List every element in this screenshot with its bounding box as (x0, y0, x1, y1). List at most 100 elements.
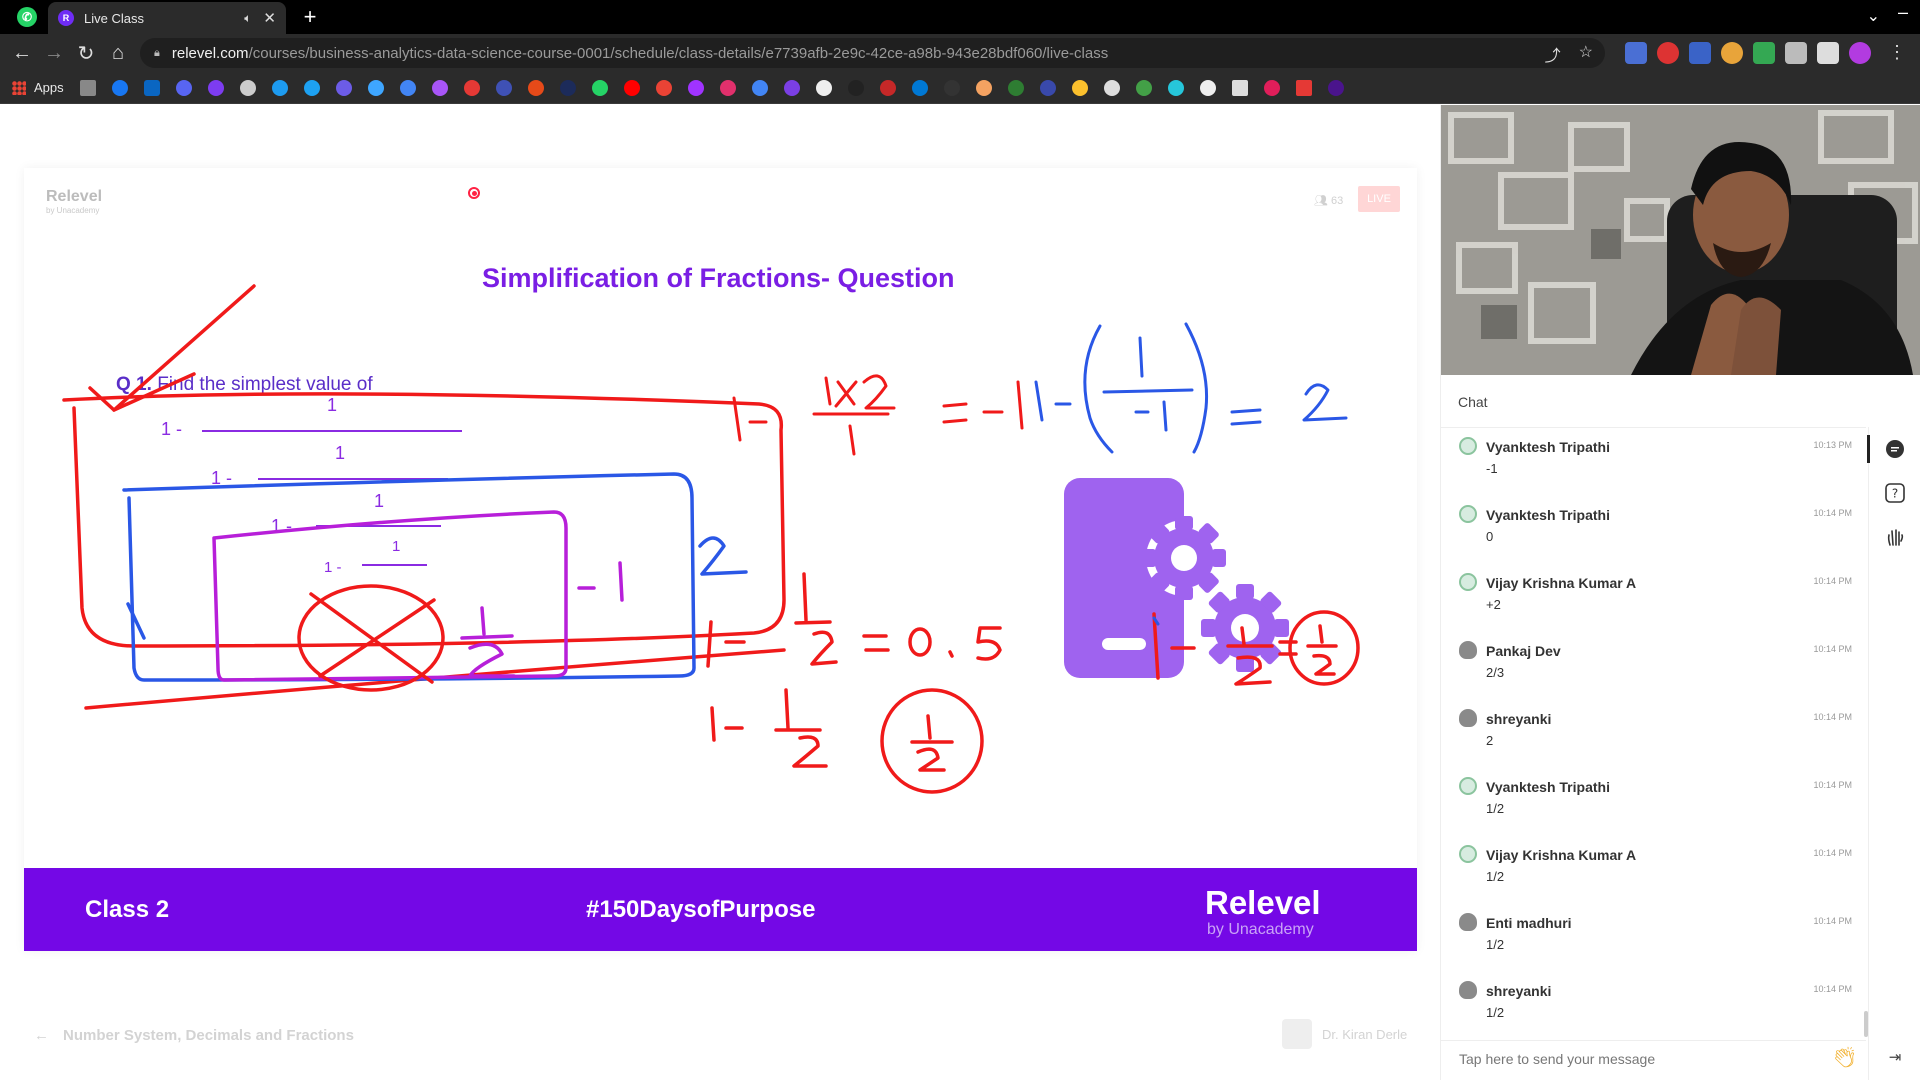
bookmark-icon[interactable] (1231, 79, 1248, 96)
chat-sender: Vijay Krishna Kumar A (1486, 575, 1637, 591)
browser-tab-bar: ✆ R Live Class 🔈︎ ✕ + ⌄ – (0, 0, 1920, 34)
chat-input[interactable] (1459, 1051, 1819, 1067)
chevron-down-icon[interactable]: ⌄ (1867, 6, 1880, 26)
profile-avatar[interactable] (1849, 42, 1871, 64)
chat-time: 10:14 PM (1813, 984, 1852, 994)
more-menu-icon[interactable]: ⋮ (1888, 42, 1906, 63)
extension-icon[interactable] (1689, 42, 1711, 64)
bookmark-icon[interactable] (1135, 79, 1152, 96)
youtube-icon[interactable] (623, 79, 640, 96)
bookmark-icon[interactable] (1295, 79, 1312, 96)
footer-brand: Relevel (1205, 884, 1321, 921)
chat-sender: shreyanki (1486, 983, 1552, 999)
lock-icon: 🔒︎ (154, 46, 160, 59)
footer-brand-sub: by Unacademy (1207, 921, 1314, 938)
bookmark-icon[interactable] (207, 79, 224, 96)
bookmark-icon[interactable] (1167, 79, 1184, 96)
bookmark-icon[interactable] (271, 79, 288, 96)
tab-title: Live Class (84, 10, 144, 26)
star-icon[interactable]: ☆ (1579, 42, 1593, 66)
record-icon (468, 187, 480, 199)
share-icon[interactable]: ⤴ (1545, 42, 1561, 66)
sidebar-icon[interactable] (1817, 42, 1839, 64)
linkedin-icon[interactable] (143, 79, 160, 96)
new-tab-button[interactable]: + (298, 4, 322, 30)
slack-icon[interactable] (1263, 79, 1280, 96)
bookmark-icon[interactable] (783, 79, 800, 96)
bookmark-icon[interactable] (1071, 79, 1088, 96)
chat-message: Vijay Krishna Kumar A 1/2 10:14 PM (1441, 837, 1866, 905)
side-rail: ? ⇥ (1867, 427, 1920, 1080)
extension-icon[interactable] (1753, 42, 1775, 64)
bookmark-icon[interactable] (559, 79, 576, 96)
minimize-icon[interactable]: – (1898, 2, 1908, 23)
bookmark-icon[interactable] (879, 79, 896, 96)
bookmark-icon[interactable] (847, 79, 864, 96)
bookmark-icon[interactable] (527, 79, 544, 96)
footer-class-label: Class 2 (85, 896, 170, 923)
fraction-numerator: 1 (327, 395, 338, 415)
bookmark-icon[interactable] (495, 79, 512, 96)
reload-icon[interactable]: ↻ (72, 39, 100, 67)
chat-text: 2/3 (1486, 665, 1505, 680)
extension-icon[interactable] (1625, 42, 1647, 64)
extension-icon[interactable] (1657, 42, 1679, 64)
chat-message: Pankaj Dev 2/3 10:14 PM (1441, 633, 1866, 701)
translate-icon[interactable] (751, 79, 768, 96)
bookmark-icon[interactable] (399, 79, 416, 96)
pinned-tab-whatsapp[interactable]: ✆ (8, 0, 46, 34)
chat-messages[interactable]: Vyanktesh Tripathi -1 10:13 PM Vyanktesh… (1441, 429, 1866, 1019)
bookmark-icon[interactable] (335, 79, 352, 96)
gear-icon[interactable] (1103, 79, 1120, 96)
viewer-count-value: 63 (1331, 195, 1344, 207)
bookmark-icon[interactable] (1327, 79, 1344, 96)
bookmark-icon[interactable] (367, 79, 384, 96)
bookmark-icon[interactable] (175, 79, 192, 96)
extension-icon[interactable] (1721, 42, 1743, 64)
lesson-breadcrumb[interactable]: ← Number System, Decimals and Fractions (34, 1027, 354, 1044)
home-icon[interactable]: ⌂ (104, 39, 132, 67)
bookmark-icon[interactable] (303, 79, 320, 96)
gmail-icon[interactable] (655, 79, 672, 96)
chat-time: 10:14 PM (1813, 780, 1852, 790)
chat-icon[interactable] (1883, 437, 1907, 461)
chat-text: 0 (1486, 529, 1494, 544)
bookmark-icon[interactable] (975, 79, 992, 96)
fraction-bar (258, 478, 448, 480)
bookmark-icon[interactable] (1199, 79, 1216, 96)
instagram-icon[interactable] (719, 79, 736, 96)
chat-text: 2 (1486, 733, 1494, 748)
tab-live-class[interactable]: R Live Class 🔈︎ ✕ (48, 2, 286, 34)
bookmark-icon[interactable] (1039, 79, 1056, 96)
bookmark-icon[interactable] (815, 79, 832, 96)
github-icon[interactable] (943, 79, 960, 96)
question-label: Q 1. Find the simplest value of (116, 374, 373, 396)
raise-hand-icon[interactable] (1883, 525, 1907, 549)
folder-icon[interactable] (79, 79, 96, 96)
chat-time: 10:14 PM (1813, 576, 1852, 586)
bookmark-icon[interactable] (911, 79, 928, 96)
forward-icon[interactable]: → (40, 39, 68, 67)
bookmark-icon[interactable] (1007, 79, 1024, 96)
speaker-icon[interactable]: 🔈︎ (244, 11, 251, 26)
whatsapp-icon[interactable] (591, 79, 608, 96)
address-bar[interactable]: 🔒︎ relevel.com/courses/business-analytic… (140, 38, 1605, 68)
back-icon[interactable]: ← (8, 39, 36, 67)
facebook-icon[interactable] (111, 79, 128, 96)
chat-sender: Vyanktesh Tripathi (1486, 507, 1610, 523)
close-icon[interactable]: ✕ (263, 9, 276, 27)
url-host: relevel.com (171, 44, 249, 62)
bookmark-icon[interactable] (431, 79, 448, 96)
question-icon[interactable]: ? (1883, 481, 1907, 505)
puzzle-icon[interactable] (1785, 42, 1807, 64)
avatar (1459, 437, 1477, 455)
avatar (1459, 777, 1477, 795)
messenger-icon[interactable] (687, 79, 704, 96)
clap-icon[interactable]: 👏︎ (1832, 1045, 1857, 1070)
chat-message: Vyanktesh Tripathi 1/2 10:14 PM (1441, 769, 1866, 837)
leave-icon[interactable]: ⇥ (1883, 1045, 1907, 1069)
bookmark-icon[interactable] (239, 79, 256, 96)
apps-shortcut[interactable]: Apps (12, 80, 64, 95)
user-icon (1459, 981, 1477, 999)
bookmark-icon[interactable] (463, 79, 480, 96)
